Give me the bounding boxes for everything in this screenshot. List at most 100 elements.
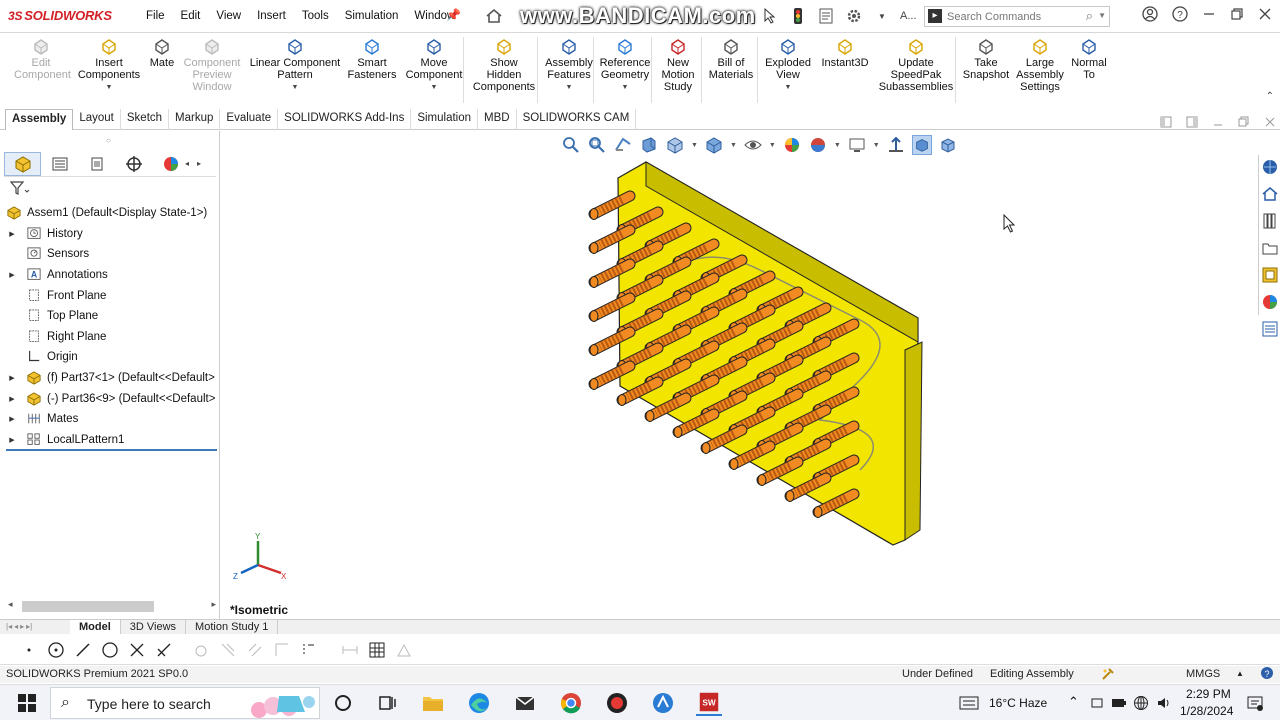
command-dropdown-icon[interactable]: ▼ bbox=[760, 82, 816, 94]
volume-icon[interactable] bbox=[1156, 695, 1172, 711]
graphics-area[interactable]: ▼ ▼ ▼ ▼ ▼ Y X Z *Isometric bbox=[221, 131, 1256, 619]
command-dropdown-icon[interactable]: ▼ bbox=[402, 82, 466, 94]
reference-geometry-button[interactable]: Reference Geometry ▼ bbox=[596, 37, 654, 94]
solidworks-logo[interactable]: 3S SOLIDWORKS bbox=[8, 8, 112, 23]
tree-item[interactable]: Sensors bbox=[6, 244, 218, 265]
edit-component-button[interactable]: Edit Component bbox=[14, 37, 71, 81]
command-dropdown-icon[interactable]: ▼ bbox=[540, 82, 598, 94]
network-drive-icon[interactable] bbox=[1090, 696, 1104, 710]
bottom-tab-3d-views[interactable]: 3D Views bbox=[121, 620, 187, 634]
point-icon[interactable] bbox=[20, 641, 38, 659]
first-tab-icon[interactable]: |◂ bbox=[6, 622, 12, 632]
mate-button[interactable]: Mate bbox=[144, 37, 180, 69]
expand-arrow-icon[interactable]: ▶ bbox=[6, 230, 18, 238]
filter-icon[interactable] bbox=[9, 181, 30, 198]
file-explorer-icon[interactable] bbox=[1261, 239, 1279, 257]
next-tab-icon[interactable]: ▸ bbox=[20, 622, 24, 632]
view-palette-icon[interactable] bbox=[1261, 266, 1279, 284]
tab-assembly[interactable]: Assembly bbox=[5, 109, 74, 130]
tile-left-icon[interactable] bbox=[1160, 116, 1172, 128]
expand-arrow-icon[interactable]: ▶ bbox=[6, 374, 18, 382]
menu-view[interactable]: View bbox=[208, 10, 249, 22]
bottom-tab-model[interactable]: Model bbox=[70, 620, 121, 634]
tab-simulation[interactable]: Simulation bbox=[411, 109, 479, 130]
weather-icon[interactable] bbox=[959, 695, 979, 711]
tree-item[interactable]: Front Plane bbox=[6, 285, 218, 306]
menu-file[interactable]: File bbox=[138, 10, 173, 22]
command-dropdown-icon[interactable]: ▼ bbox=[596, 82, 654, 94]
tab-layout[interactable]: Layout bbox=[73, 109, 121, 130]
search-icon[interactable]: ⌕ bbox=[1086, 8, 1093, 24]
custom-properties-icon[interactable] bbox=[1261, 320, 1279, 338]
tabs-scroll-left-icon[interactable]: ◂ bbox=[185, 159, 189, 168]
tree-item[interactable]: ▶ (-) Part36<9> (Default<<Default> bbox=[6, 388, 218, 409]
appearances-icon[interactable] bbox=[1261, 293, 1279, 311]
rollback-bar[interactable] bbox=[6, 449, 217, 451]
tree-item[interactable]: ▶ Mates bbox=[6, 409, 218, 430]
options-dropdown-icon[interactable]: ▼ bbox=[872, 6, 892, 26]
extend-icon[interactable] bbox=[155, 641, 173, 659]
restore-icon[interactable] bbox=[1230, 7, 1244, 24]
feature-manager-tab-icon[interactable] bbox=[4, 151, 41, 176]
scroll-left-icon[interactable]: ◂ bbox=[8, 599, 13, 610]
configuration-manager-tab-icon[interactable] bbox=[78, 152, 115, 176]
expand-arrow-icon[interactable]: ▶ bbox=[6, 436, 18, 444]
last-tab-icon[interactable]: ▸| bbox=[26, 622, 32, 632]
collapse-ribbon-icon[interactable]: ⌃ bbox=[1266, 91, 1274, 102]
status-help-icon[interactable]: ? bbox=[1260, 666, 1274, 683]
show-hidden-button[interactable]: Show Hidden Components bbox=[472, 37, 536, 93]
instant3d-button[interactable]: Instant3D bbox=[818, 37, 872, 69]
motion-study-button[interactable]: New Motion Study bbox=[654, 37, 702, 93]
bottom-tab-motion-study-1[interactable]: Motion Study 1 bbox=[186, 620, 279, 634]
notifications-icon[interactable] bbox=[1247, 695, 1263, 711]
weather-text[interactable]: 16°C Haze bbox=[989, 696, 1047, 710]
scrollbar-thumb[interactable] bbox=[22, 601, 154, 612]
user-account-icon[interactable] bbox=[1142, 6, 1158, 25]
pin-menu-icon[interactable]: 📌 bbox=[446, 8, 461, 22]
tree-item[interactable]: ▶ (f) Part37<1> (Default<<Default> bbox=[6, 368, 218, 389]
tree-item[interactable]: ▶ LocalLPattern1 bbox=[6, 430, 218, 451]
tree-item[interactable]: ▶ A Annotations bbox=[6, 265, 218, 286]
scroll-right-icon[interactable]: ▸ bbox=[211, 599, 216, 610]
display-manager-tab-icon[interactable] bbox=[152, 152, 189, 176]
move-component-button[interactable]: Move Component ▼ bbox=[402, 37, 466, 94]
unit-system-arrow-icon[interactable]: ▲ bbox=[1236, 669, 1244, 678]
grid-icon[interactable] bbox=[368, 641, 386, 659]
property-manager-tab-icon[interactable] bbox=[41, 152, 78, 176]
insert-components-button[interactable]: Insert Components ▼ bbox=[76, 37, 142, 94]
expand-arrow-icon[interactable]: ▶ bbox=[6, 415, 18, 423]
expand-arrow-icon[interactable]: ▶ bbox=[6, 271, 18, 279]
tab-navigation[interactable]: |◂ ◂ ▸ ▸| bbox=[0, 620, 70, 634]
trim-icon[interactable] bbox=[128, 641, 146, 659]
tab-evaluate[interactable]: Evaluate bbox=[220, 109, 279, 130]
tree-item[interactable]: ▶ History bbox=[6, 224, 218, 245]
doc-restore-icon[interactable] bbox=[1238, 116, 1250, 128]
menu-simulation[interactable]: Simulation bbox=[337, 10, 407, 22]
traffic-light-icon[interactable] bbox=[788, 6, 808, 26]
design-library-icon[interactable] bbox=[1261, 212, 1279, 230]
tab-markup[interactable]: Markup bbox=[169, 109, 221, 130]
solidworks-resources-icon[interactable] bbox=[1261, 158, 1279, 176]
snapshot-button[interactable]: Take Snapshot bbox=[958, 37, 1014, 81]
menu-edit[interactable]: Edit bbox=[173, 10, 209, 22]
rebuild-icon[interactable] bbox=[1100, 666, 1116, 685]
circle-center-icon[interactable] bbox=[47, 641, 65, 659]
tree-horizontal-scrollbar[interactable]: ◂ ▸ bbox=[6, 599, 216, 613]
file-properties-icon[interactable] bbox=[816, 6, 836, 26]
tab-mbd[interactable]: MBD bbox=[478, 109, 517, 130]
menu-tools[interactable]: Tools bbox=[294, 10, 337, 22]
globe-network-icon[interactable] bbox=[1133, 695, 1149, 711]
large-assembly-button[interactable]: Large Assembly Settings bbox=[1016, 37, 1064, 93]
smart-fasteners-button[interactable]: Smart Fasteners bbox=[346, 37, 398, 81]
tabs-scroll-right-icon[interactable]: ▸ bbox=[197, 159, 201, 168]
line-icon[interactable] bbox=[74, 641, 92, 659]
tile-right-icon[interactable] bbox=[1186, 116, 1198, 128]
options-gear-icon[interactable] bbox=[844, 6, 864, 26]
home-icon[interactable] bbox=[484, 6, 504, 26]
clock-time[interactable]: 2:29 PM bbox=[1186, 687, 1231, 701]
panel-collapse-handle[interactable]: ○ bbox=[106, 136, 111, 145]
tree-item[interactable]: Top Plane bbox=[6, 306, 218, 327]
home-task-icon[interactable] bbox=[1261, 185, 1279, 203]
component-preview-button[interactable]: Component Preview Window bbox=[180, 37, 244, 93]
tree-item[interactable]: Origin bbox=[6, 347, 218, 368]
